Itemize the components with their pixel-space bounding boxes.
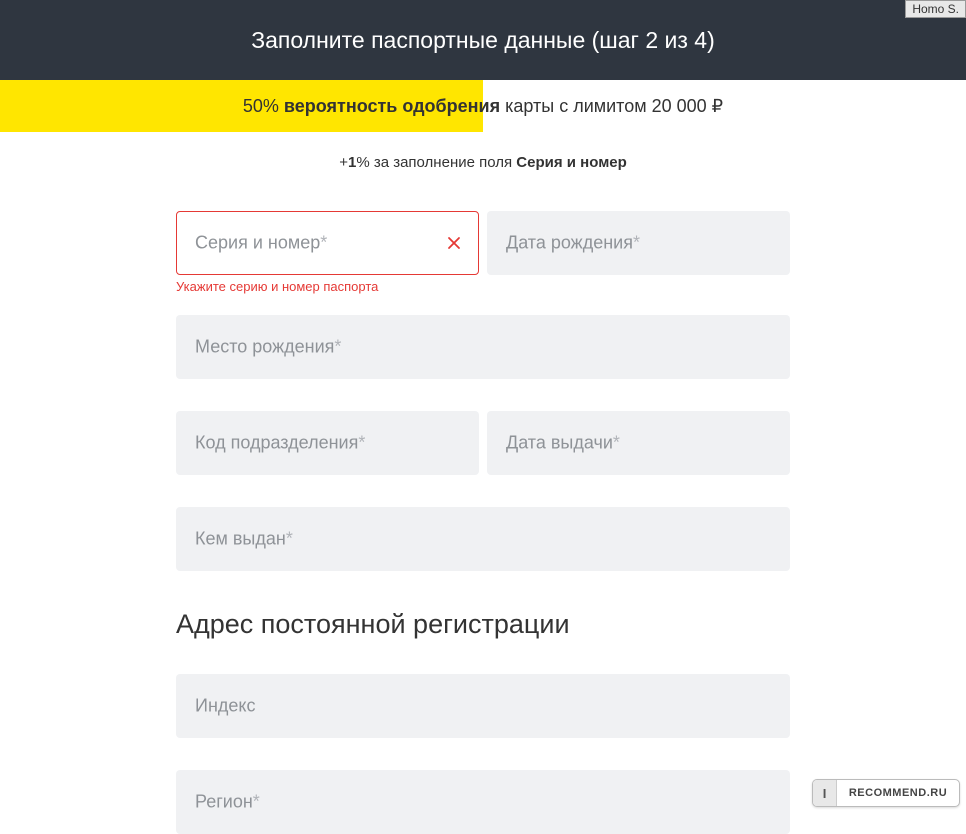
approval-bold: вероятность одобрения: [284, 96, 500, 116]
watermark-icon: I: [813, 780, 837, 806]
approval-rest: карты с лимитом 20 000 ₽: [500, 96, 723, 116]
address-section-title: Адрес постоянной регистрации: [176, 609, 790, 640]
index-input[interactable]: [176, 674, 790, 738]
bonus-hint: +1% за заполнение поля Серия и номер: [0, 132, 966, 179]
page-header: Заполните паспортные данные (шаг 2 из 4): [0, 0, 966, 80]
close-icon[interactable]: [445, 234, 463, 252]
field-birth-date: Дата рождения*: [487, 211, 790, 275]
field-birth-place: Место рождения*: [176, 315, 790, 379]
issue-date-input[interactable]: [487, 411, 790, 475]
birth-date-input[interactable]: [487, 211, 790, 275]
field-dept-code: Код подразделения*: [176, 411, 479, 475]
field-issue-date: Дата выдачи*: [487, 411, 790, 475]
approval-bar: 50% вероятность одобрения карты с лимито…: [0, 80, 966, 132]
field-index: Индекс: [176, 674, 790, 738]
dept-code-input[interactable]: [176, 411, 479, 475]
bonus-plus: +: [339, 154, 348, 171]
bonus-field-name: Серия и номер: [516, 154, 627, 171]
region-input[interactable]: [176, 770, 790, 834]
issued-by-input[interactable]: [176, 507, 790, 571]
series-number-input[interactable]: [176, 211, 479, 275]
field-region: Регион*: [176, 770, 790, 834]
bonus-mid: % за заполнение поля: [356, 154, 516, 171]
field-issued-by: Кем выдан*: [176, 507, 790, 571]
page-title: Заполните паспортные данные (шаг 2 из 4): [251, 27, 715, 54]
watermark-text: RECOMMEND.RU: [837, 787, 959, 799]
field-series-number: Серия и номер* Укажите серию и номер пас…: [176, 211, 479, 275]
form-container: Серия и номер* Укажите серию и номер пас…: [176, 179, 790, 834]
author-tag: Homo S.: [905, 0, 966, 18]
watermark: I RECOMMEND.RU: [812, 779, 960, 807]
approval-text: 50% вероятность одобрения карты с лимито…: [0, 96, 966, 117]
series-number-error: Укажите серию и номер паспорта: [176, 279, 378, 294]
approval-percent: 50%: [243, 96, 279, 116]
birth-place-input[interactable]: [176, 315, 790, 379]
